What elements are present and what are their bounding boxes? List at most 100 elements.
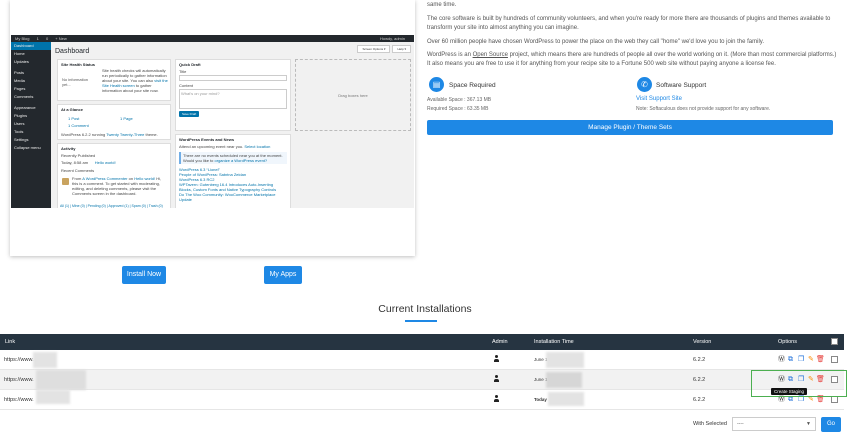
wp-comment-filters: All (1) | Mine (0) | Pending (0) | Appro… [60,204,163,208]
wp-bar-updates: 1 [36,36,39,41]
create-staging-tooltip: Create Staging [771,388,808,395]
wp-glance-posts: 1 Post [68,116,80,121]
wp-avatar [62,178,69,185]
available-space: Available Space : 367.13 MB [427,97,492,103]
wp-glance-footer: WordPress 6.2.2 running Twenty Twenty-Th… [61,132,158,137]
bulk-action-select[interactable]: ---- ▼ [732,417,816,431]
clone-icon[interactable]: ❐ [798,396,804,404]
wp-help: Help ▾ [392,45,411,53]
install-version: 6.2.2 [693,357,706,363]
staging-icon[interactable]: ⧉ [788,396,793,404]
manage-sets-button[interactable]: Manage Plugin / Theme Sets [427,120,833,135]
wp-health-text: Site health checks will automatically ru… [102,68,168,93]
edit-icon[interactable]: ✎ [808,396,814,404]
wp-recent-row: Today, 8:58 am Hello world! [61,160,116,165]
wp-box-title: Site Health Status [61,62,96,67]
storage-icon: ▤ [429,77,444,92]
wp-box-title: Quick Draft [179,62,201,67]
title-underline [405,320,437,322]
wp-health-status: No information yet... [62,77,89,87]
wp-box-title: Activity [61,146,76,151]
wp-menu-settings: Settings [14,137,29,142]
wp-events-intro: Attend an upcoming event near you. Selec… [179,144,271,149]
wp-sidebar: Dashboard Home Updates Posts Media Pages… [11,42,51,208]
wp-dashboard-screenshot: My Blog 1 0 + New Howdy, admin Dashboard… [11,35,414,208]
install-version: 6.2.2 [693,377,706,383]
wp-screen-tabs: Screen Options ▾ Help ▾ [355,45,411,53]
table-header: Link Admin Installation Time Version Opt… [0,334,844,350]
redacted-url [36,370,86,390]
my-apps-button[interactable]: My Apps [264,266,302,284]
wp-box-title: At a Glance [61,107,84,112]
delete-icon[interactable]: 🗑 [816,396,825,404]
current-installations-title: Current Installations [378,303,472,315]
install-link[interactable]: https://www. [4,370,34,390]
select-all-checkbox[interactable] [831,338,838,345]
wp-bar-comments: 0 [45,36,49,41]
wp-admin-bar: My Blog 1 0 + New Howdy, admin [11,35,414,42]
wp-draft-title-label: Title [179,69,187,74]
wp-comments-title: Recent Comments [61,168,95,173]
bulk-action-value: ---- [737,421,744,427]
wp-glance-comments: 1 Comment [68,123,89,128]
header-time: Installation Time [534,339,574,345]
wp-bar-new: + New [55,36,67,41]
table-row: https://www. June 1 6.2.2 Ⓦ ⧉ ❐ ✎ 🗑 [0,350,844,370]
wp-drop-zone: Drag boxes here [295,59,411,131]
header-options: Options [778,339,797,345]
wp-comment: From A WordPress Commenter on Hello worl… [72,176,162,196]
user-icon[interactable] [493,395,500,403]
install-version: 6.2.2 [693,397,706,403]
wordpress-icon[interactable]: Ⓦ [778,356,785,364]
wp-box-title: WordPress Events and News [179,137,235,142]
software-support-title: Software Support [656,82,707,89]
with-selected-label: With Selected [693,421,727,427]
description-para-2: The core software is built by hundreds o… [427,16,831,31]
user-icon[interactable] [493,375,500,383]
wp-menu-posts: Posts [14,70,25,75]
install-link[interactable]: https://www. [4,350,34,370]
wp-draft-content-input: What's on your mind? [179,89,287,109]
chevron-down-icon: ▼ [806,421,811,427]
install-link[interactable]: https://www. [4,390,34,410]
support-icon: ✆ [637,77,652,92]
visit-support-link[interactable]: Visit Support Site [636,96,682,102]
delete-icon[interactable]: 🗑 [816,356,825,364]
header-version: Version [693,339,712,345]
redacted-time [546,352,584,368]
redacted-url [36,390,70,404]
install-time: Today [534,397,547,402]
support-note: Note: Softaculous does not provide suppo… [636,106,771,112]
wp-menu-appearance: Appearance [14,105,36,110]
table-row: https://www. June 1 6.2.2 Ⓦ ⧉ ❐ ✎ 🗑 [0,370,844,390]
wordpress-icon[interactable]: Ⓦ [778,396,785,404]
required-space: Required Space : 63.35 MB [427,106,489,112]
space-required-title: Space Required [449,82,496,89]
edit-icon[interactable]: ✎ [808,356,814,364]
wp-menu-updates: Updates [14,59,29,64]
row-checkbox[interactable] [831,396,838,403]
wp-draft-title-input [179,75,287,81]
wp-recent-title: Recently Published [61,153,96,158]
description-tail: same time. [427,2,457,8]
user-icon[interactable] [493,355,500,363]
wp-activity-box: Activity Recently Published Today, 8:58 … [57,143,171,208]
open-source-link[interactable]: Open Source [473,52,508,58]
para4-text-a: WordPress is an [427,52,471,58]
row-checkbox[interactable] [831,356,838,363]
wp-save-draft-button: Save Draft [179,111,200,117]
wp-menu-tools: Tools [14,129,24,134]
description-para-4: WordPress is an Open Source project, whi… [427,51,837,69]
staging-icon[interactable]: ⧉ [788,356,793,364]
install-now-button[interactable]: Install Now [122,266,166,284]
description-para-3: Over 60 million people have chosen WordP… [427,39,765,45]
wp-events-box: WordPress Events and News Attend an upco… [175,134,291,208]
wp-menu-pages: Pages [14,86,26,91]
clone-icon[interactable]: ❐ [798,356,804,364]
wp-glance-box: At a Glance 1 Post 1 Page 1 Comment Word… [57,104,171,140]
wp-menu-collapse: Collapse menu [14,145,41,150]
wp-bar-site: My Blog [15,36,30,41]
go-button[interactable]: Go [821,417,841,432]
wp-screen-options: Screen Options ▾ [357,45,391,53]
header-admin: Admin [492,339,508,345]
